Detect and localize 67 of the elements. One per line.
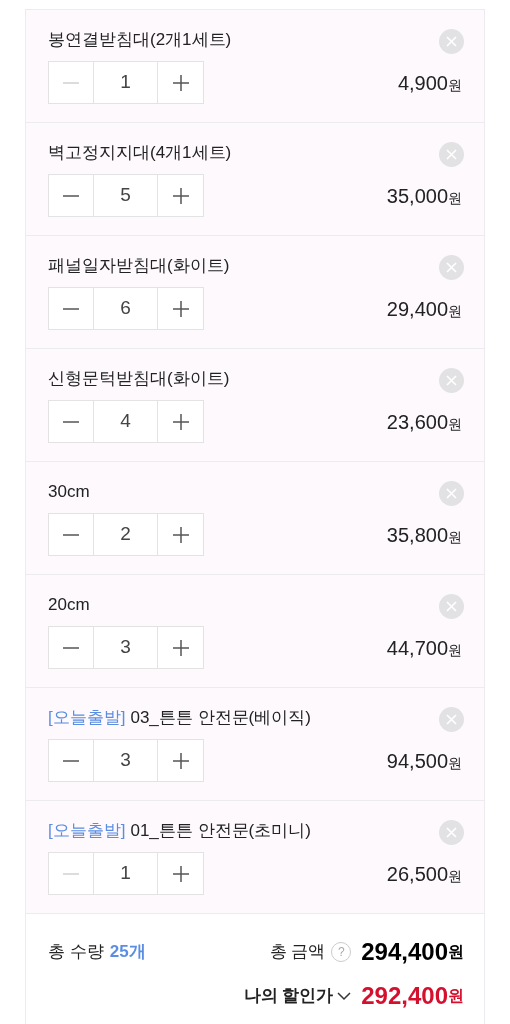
price-value: 35,000 bbox=[386, 183, 448, 209]
currency-unit: 원 bbox=[448, 301, 462, 321]
minus-icon bbox=[63, 646, 79, 649]
remove-button[interactable] bbox=[439, 368, 464, 393]
product-name: 패널일자받침대(화이트) bbox=[48, 255, 230, 277]
currency-unit: 원 bbox=[448, 640, 462, 660]
product-name: 벽고정지지대(4개1세트) bbox=[48, 142, 232, 164]
currency-unit: 원 bbox=[448, 866, 462, 886]
price-value: 94,500 bbox=[386, 748, 448, 774]
plus-icon bbox=[172, 74, 189, 91]
close-icon bbox=[446, 827, 457, 838]
price-value: 44,700 bbox=[386, 635, 448, 661]
plus-icon bbox=[172, 639, 189, 656]
plus-icon bbox=[172, 526, 189, 543]
minus-icon bbox=[63, 533, 79, 536]
chevron-down-icon bbox=[337, 991, 352, 1001]
minus-icon bbox=[63, 872, 79, 875]
product-name: 03_튼튼 안전문(베이직) bbox=[130, 707, 311, 729]
plus-icon bbox=[172, 413, 189, 430]
close-icon bbox=[446, 375, 457, 386]
total-label: 총 금액 bbox=[269, 941, 326, 964]
tag-label: [오늘출발] bbox=[48, 707, 126, 729]
discount-price: 292,400 bbox=[361, 981, 448, 1011]
minus-icon bbox=[63, 194, 79, 197]
remove-button[interactable] bbox=[439, 142, 464, 167]
price-value: 4,900 bbox=[397, 70, 448, 96]
currency-unit: 원 bbox=[448, 986, 464, 1006]
tag-label: [오늘출발] bbox=[48, 820, 126, 842]
price-value: 29,400 bbox=[386, 296, 448, 322]
product-name: 01_튼튼 안전문(초미니) bbox=[130, 820, 311, 842]
minus-icon bbox=[63, 81, 79, 84]
discount-toggle[interactable]: 나의 할인가 bbox=[243, 983, 352, 1009]
product-name: 20cm bbox=[48, 594, 90, 616]
remove-button[interactable] bbox=[439, 820, 464, 845]
remove-button[interactable] bbox=[439, 481, 464, 506]
plus-icon bbox=[172, 752, 189, 769]
total-price: 294,400 bbox=[361, 937, 448, 967]
close-icon bbox=[446, 488, 457, 499]
remove-button[interactable] bbox=[439, 29, 464, 54]
minus-icon bbox=[63, 307, 79, 310]
close-icon bbox=[446, 36, 457, 47]
product-name: 30cm bbox=[48, 481, 90, 503]
plus-icon bbox=[172, 300, 189, 317]
quantity-total: 25개 bbox=[109, 941, 146, 964]
currency-unit: 원 bbox=[448, 527, 462, 547]
plus-icon bbox=[172, 865, 189, 882]
minus-icon bbox=[63, 420, 79, 423]
remove-button[interactable] bbox=[439, 255, 464, 280]
remove-button[interactable] bbox=[439, 594, 464, 619]
close-icon bbox=[446, 714, 457, 725]
close-icon bbox=[446, 601, 457, 612]
currency-unit: 원 bbox=[448, 414, 462, 434]
price-value: 26,500 bbox=[386, 861, 448, 887]
currency-unit: 원 bbox=[448, 942, 464, 962]
minus-icon bbox=[63, 759, 79, 762]
product-name: 신형문턱받침대(화이트) bbox=[48, 368, 230, 390]
price-value: 23,600 bbox=[386, 409, 448, 435]
remove-button[interactable] bbox=[439, 707, 464, 732]
currency-unit: 원 bbox=[448, 188, 462, 208]
close-icon bbox=[446, 149, 457, 160]
price-value: 35,800 bbox=[386, 522, 448, 548]
product-name: 봉연결받침대(2개1세트) bbox=[48, 29, 232, 51]
currency-unit: 원 bbox=[448, 75, 462, 95]
currency-unit: 원 bbox=[448, 753, 462, 773]
quantity-label: 총 수량 bbox=[48, 941, 104, 964]
plus-icon bbox=[172, 187, 189, 204]
close-icon bbox=[446, 262, 457, 273]
